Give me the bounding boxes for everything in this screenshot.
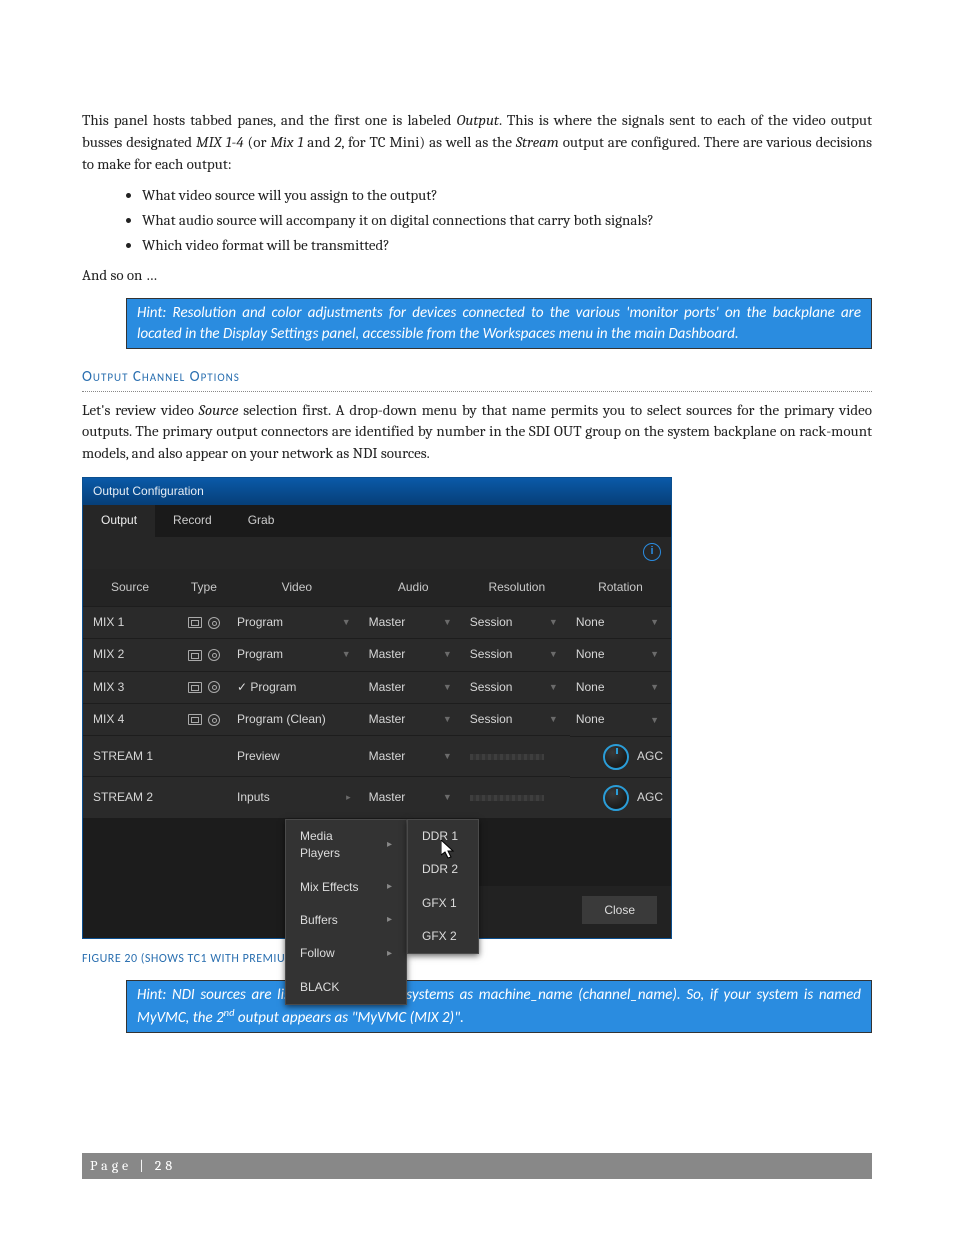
menu-item[interactable]: Media Players <box>286 820 406 871</box>
col-video: Video <box>231 569 363 607</box>
hint-box-2: Hint: NDI sources are listed by supporti… <box>126 980 872 1033</box>
list-item: Which video format will be transmitted? <box>142 235 872 257</box>
list-item: What audio source will accompany it on d… <box>142 210 872 232</box>
close-button[interactable]: Close <box>582 896 657 924</box>
source-cell: MIX 4 <box>83 704 177 736</box>
table-row: STREAM 2 Inputs▸Master▼ AGC <box>83 777 671 818</box>
level-slider[interactable] <box>464 777 570 818</box>
audio-dropdown[interactable]: Master▼ <box>363 606 464 638</box>
rotation-dropdown[interactable]: None▼ <box>570 639 671 671</box>
output-config-screenshot: Output Configuration Output Record Grab … <box>82 477 872 939</box>
col-audio: Audio <box>363 569 464 607</box>
col-source: Source <box>83 569 177 607</box>
source-cell: STREAM 2 <box>83 777 177 818</box>
resolution-dropdown[interactable]: Session▼ <box>464 704 570 736</box>
toolbar: i <box>83 537 671 569</box>
type-cell[interactable] <box>177 671 231 703</box>
menu-item[interactable]: Mix Effects <box>286 871 406 904</box>
output-grid: Source Type Video Audio Resolution Rotat… <box>83 569 671 818</box>
source-paragraph: Let's review video Source selection firs… <box>82 400 872 465</box>
resolution-dropdown[interactable]: Session▼ <box>464 671 570 703</box>
tab-record[interactable]: Record <box>155 505 230 536</box>
audio-dropdown[interactable]: Master▼ <box>363 639 464 671</box>
gain-knob[interactable] <box>603 785 629 811</box>
type-cell[interactable] <box>177 639 231 671</box>
video-dropdown[interactable]: Program <box>231 671 363 703</box>
page-footer: Page | 28 <box>82 1153 872 1179</box>
submenu-item[interactable]: DDR 1 <box>408 820 508 853</box>
info-icon[interactable]: i <box>643 543 661 561</box>
source-cell: MIX 1 <box>83 606 177 638</box>
intro-paragraph: This panel hosts tabbed panes, and the f… <box>82 110 872 175</box>
col-rotation: Rotation <box>570 569 671 607</box>
monitor-icon <box>188 714 202 725</box>
video-dropdown[interactable]: Program (Clean) <box>231 704 363 736</box>
tab-grab[interactable]: Grab <box>230 505 293 536</box>
col-resolution: Resolution <box>464 569 570 607</box>
video-dropdown[interactable]: Preview <box>231 736 363 777</box>
type-cell[interactable] <box>177 704 231 736</box>
level-slider[interactable] <box>464 736 570 777</box>
audio-dropdown[interactable]: Master▼ <box>363 777 464 818</box>
source-cell: MIX 3 <box>83 671 177 703</box>
type-cell[interactable] <box>177 777 231 818</box>
audio-dropdown[interactable]: Master▼ <box>363 671 464 703</box>
rotation-dropdown[interactable]: None▼ <box>570 704 671 736</box>
gear-icon <box>208 714 220 726</box>
submenu-item[interactable]: GFX 1 <box>408 887 508 920</box>
window-title: Output Configuration <box>83 478 671 505</box>
resolution-dropdown[interactable]: Session▼ <box>464 606 570 638</box>
monitor-icon <box>188 682 202 693</box>
bullet-list: What video source will you assign to the… <box>142 185 872 256</box>
video-dropdown[interactable]: Program▼ <box>231 606 363 638</box>
menu-item[interactable]: BLACK <box>286 971 406 1004</box>
hint-box-1: Hint: Resolution and color adjustments f… <box>126 298 872 349</box>
gear-icon <box>208 617 220 629</box>
col-type: Type <box>177 569 231 607</box>
section-heading: Output Channel Options <box>82 367 872 392</box>
output-config-window: Output Configuration Output Record Grab … <box>82 477 672 939</box>
resolution-dropdown[interactable]: Session▼ <box>464 639 570 671</box>
rotation-dropdown[interactable]: None▼ <box>570 671 671 703</box>
andsoon-text: And so on … <box>82 265 872 287</box>
video-dropdown-menu[interactable]: Media PlayersMix EffectsBuffersFollowBLA… <box>285 819 407 1005</box>
table-row: STREAM 1 PreviewMaster▼ AGC <box>83 736 671 777</box>
video-dropdown[interactable]: Inputs▸ <box>231 777 363 818</box>
rotation-dropdown[interactable]: None▼ <box>570 606 671 638</box>
tab-bar: Output Record Grab <box>83 505 671 536</box>
audio-dropdown[interactable]: Master▼ <box>363 736 464 777</box>
submenu-item[interactable]: GFX 2 <box>408 920 508 953</box>
monitor-icon <box>188 617 202 628</box>
menu-item[interactable]: Buffers <box>286 904 406 937</box>
menu-item[interactable]: Follow <box>286 937 406 970</box>
audio-dropdown[interactable]: Master▼ <box>363 704 464 736</box>
gain-knob[interactable] <box>603 744 629 770</box>
list-item: What video source will you assign to the… <box>142 185 872 207</box>
source-cell: MIX 2 <box>83 639 177 671</box>
table-row: MIX 4 Program (Clean)Master▼Session▼None▼ <box>83 704 671 736</box>
tab-output[interactable]: Output <box>83 505 155 536</box>
agc-control[interactable]: AGC <box>570 736 671 777</box>
source-cell: STREAM 1 <box>83 736 177 777</box>
gear-icon <box>208 681 220 693</box>
type-cell[interactable] <box>177 606 231 638</box>
table-row: MIX 1 Program▼Master▼Session▼None▼ <box>83 606 671 638</box>
monitor-icon <box>188 650 202 661</box>
table-row: MIX 2 Program▼Master▼Session▼None▼ <box>83 639 671 671</box>
type-cell[interactable] <box>177 736 231 777</box>
video-dropdown[interactable]: Program▼ <box>231 639 363 671</box>
mouse-cursor-icon <box>441 840 455 860</box>
table-row: MIX 3 ProgramMaster▼Session▼None▼ <box>83 671 671 703</box>
agc-control[interactable]: AGC <box>570 777 671 818</box>
gear-icon <box>208 649 220 661</box>
submenu-item[interactable]: DDR 2 <box>408 853 508 886</box>
